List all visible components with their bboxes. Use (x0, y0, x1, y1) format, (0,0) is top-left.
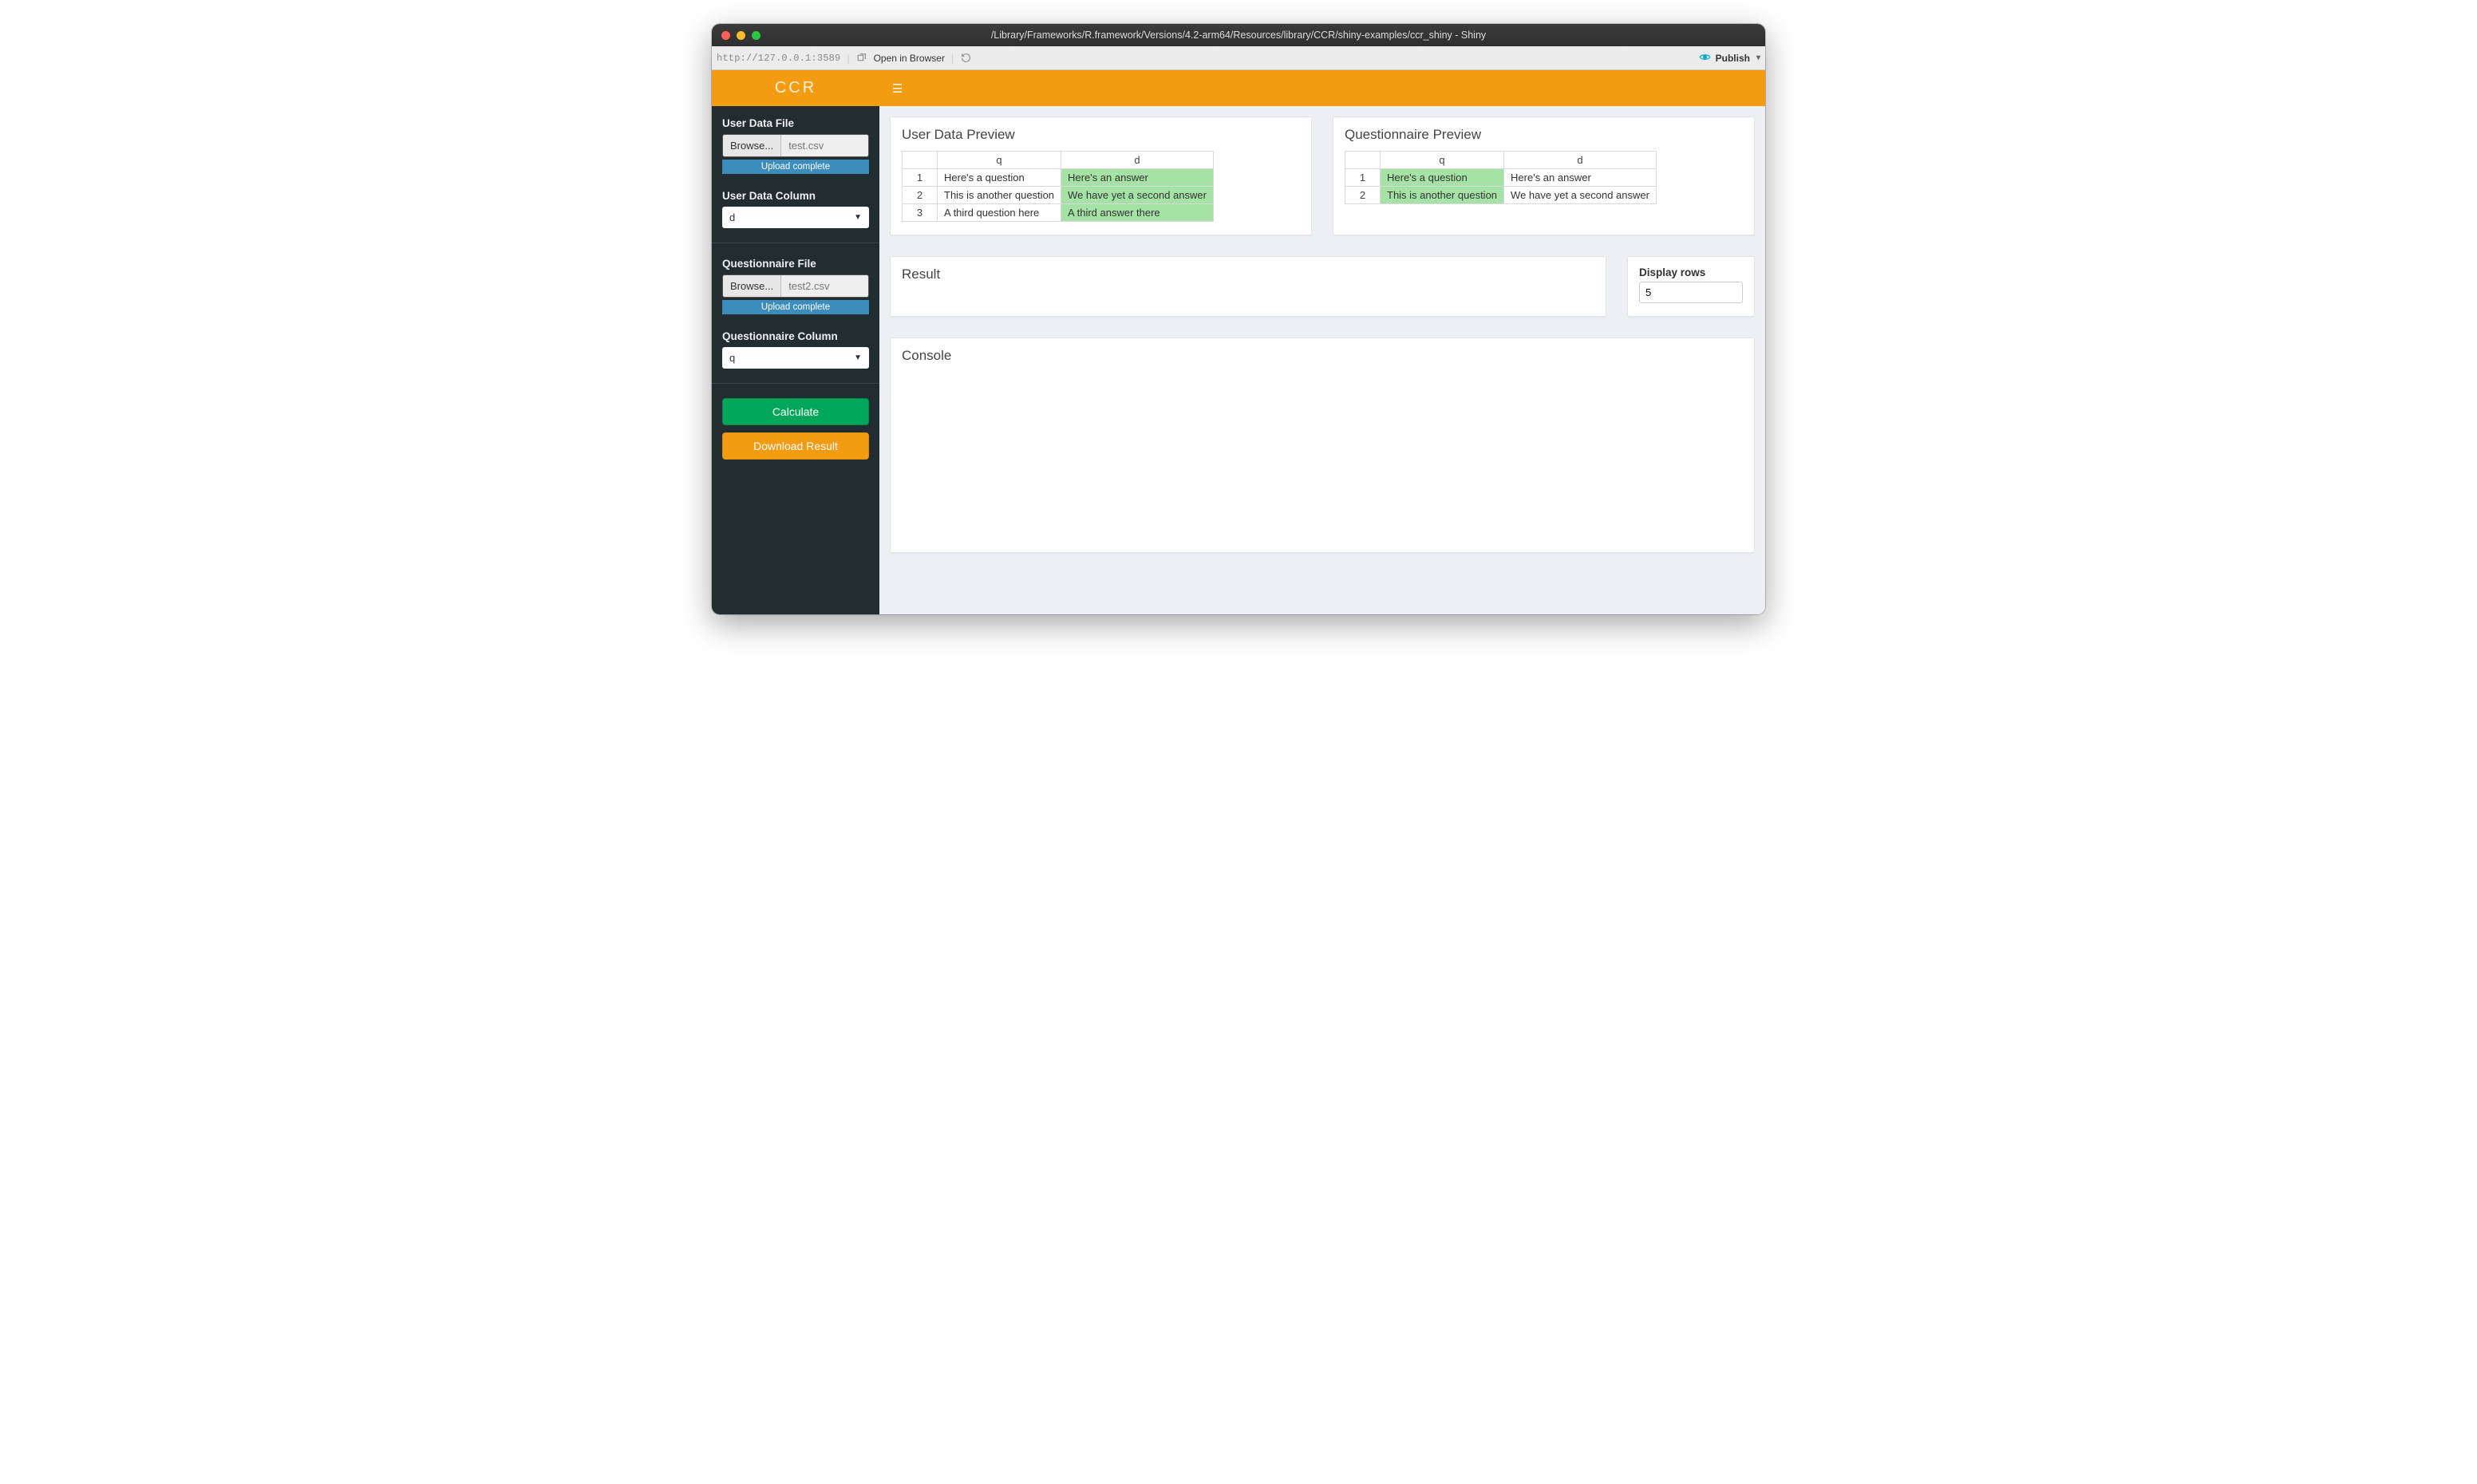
cell-q: This is another question (1381, 187, 1504, 204)
cell-q: Here's a question (938, 169, 1061, 187)
console-box: Console (890, 337, 1755, 553)
publish-label: Publish (1716, 53, 1750, 64)
open-in-browser-link[interactable]: Open in Browser (874, 53, 945, 64)
questionnaire-column-value: q (729, 352, 735, 364)
close-window-icon[interactable] (721, 31, 730, 40)
shiny-app: CCR ☰ User Data File Browse... test.csv … (712, 70, 1765, 614)
browse-button[interactable]: Browse... (723, 135, 781, 156)
row-number: 1 (1345, 169, 1381, 187)
popout-icon[interactable] (856, 53, 867, 64)
display-rows-box: Display rows (1627, 256, 1755, 317)
questionnaire-preview-box: Questionnaire Preview qd1Here's a questi… (1333, 116, 1755, 235)
questionnaire-column-select[interactable]: q ▼ (722, 347, 869, 369)
table-header (1345, 152, 1381, 169)
row-number: 3 (903, 204, 938, 222)
user-data-upload-progress: Upload complete (722, 160, 869, 174)
main-content: User Data Preview qd1Here's a questionHe… (879, 106, 1765, 614)
table-row: 3A third question hereA third answer the… (903, 204, 1214, 222)
row-number: 1 (903, 169, 938, 187)
user-data-preview-box: User Data Preview qd1Here's a questionHe… (890, 116, 1312, 235)
display-rows-input[interactable] (1639, 282, 1743, 303)
toolbar-separator: | (951, 53, 954, 64)
chevron-down-icon: ▾ (1756, 53, 1760, 62)
download-result-button[interactable]: Download Result (722, 432, 869, 460)
publish-button[interactable]: Publish ▾ (1699, 51, 1760, 65)
console-title: Console (902, 348, 1743, 364)
sidebar-toggle-icon[interactable]: ☰ (879, 81, 915, 96)
row-number: 2 (1345, 187, 1381, 204)
minimize-window-icon[interactable] (737, 31, 745, 40)
cell-d: Here's an answer (1061, 169, 1214, 187)
display-rows-label: Display rows (1639, 266, 1743, 278)
app-body: User Data File Browse... test.csv Upload… (712, 106, 1765, 614)
cell-q: Here's a question (1381, 169, 1504, 187)
browser-toolbar: http://127.0.0.1:3589 | Open in Browser … (712, 46, 1765, 70)
table-row: 1Here's a questionHere's an answer (903, 169, 1214, 187)
table-header: d (1061, 152, 1214, 169)
sidebar: User Data File Browse... test.csv Upload… (712, 106, 879, 614)
cell-q: A third question here (938, 204, 1061, 222)
user-data-table: qd1Here's a questionHere's an answer2Thi… (902, 151, 1214, 222)
table-header: q (938, 152, 1061, 169)
questionnaire-upload-progress: Upload complete (722, 300, 869, 314)
table-row: 2This is another questionWe have yet a s… (903, 187, 1214, 204)
window-controls (721, 31, 760, 40)
sidebar-divider (712, 383, 879, 384)
questionnaire-table: qd1Here's a questionHere's an answer2Thi… (1345, 151, 1657, 204)
questionnaire-file-label: Questionnaire File (722, 258, 869, 270)
app-header: CCR ☰ (712, 70, 1765, 106)
user-data-preview-title: User Data Preview (902, 127, 1300, 143)
result-title: Result (902, 266, 1594, 282)
table-header (903, 152, 938, 169)
window-title: /Library/Frameworks/R.framework/Versions… (712, 30, 1765, 41)
cell-d: We have yet a second answer (1504, 187, 1657, 204)
questionnaire-column-label: Questionnaire Column (722, 330, 869, 342)
browse-button[interactable]: Browse... (723, 275, 781, 297)
questionnaire-preview-title: Questionnaire Preview (1345, 127, 1743, 143)
calculate-button[interactable]: Calculate (722, 398, 869, 425)
zoom-window-icon[interactable] (752, 31, 760, 40)
result-box: Result (890, 256, 1606, 317)
cell-d: A third answer there (1061, 204, 1214, 222)
publish-icon (1699, 51, 1711, 65)
table-row: 2This is another questionWe have yet a s… (1345, 187, 1657, 204)
app-logo: CCR (712, 79, 879, 97)
preview-row: User Data Preview qd1Here's a questionHe… (890, 116, 1755, 235)
user-data-column-label: User Data Column (722, 190, 869, 202)
questionnaire-file-input[interactable]: Browse... test2.csv (722, 274, 869, 298)
reload-icon[interactable] (960, 53, 971, 64)
user-data-file-label: User Data File (722, 117, 869, 129)
user-data-column-select[interactable]: d ▼ (722, 207, 869, 228)
result-row: Result Display rows (890, 256, 1755, 317)
questionnaire-file-name: test2.csv (781, 275, 868, 297)
chevron-down-icon: ▼ (854, 353, 862, 362)
table-row: 1Here's a questionHere's an answer (1345, 169, 1657, 187)
window-titlebar: /Library/Frameworks/R.framework/Versions… (712, 24, 1765, 46)
user-data-file-input[interactable]: Browse... test.csv (722, 134, 869, 157)
row-number: 2 (903, 187, 938, 204)
table-header: d (1504, 152, 1657, 169)
cell-d: We have yet a second answer (1061, 187, 1214, 204)
cell-q: This is another question (938, 187, 1061, 204)
user-data-column-value: d (729, 211, 735, 223)
url-display: http://127.0.0.1:3589 (717, 53, 840, 64)
chevron-down-icon: ▼ (854, 213, 862, 222)
user-data-file-name: test.csv (781, 135, 868, 156)
table-header: q (1381, 152, 1504, 169)
cell-d: Here's an answer (1504, 169, 1657, 187)
toolbar-separator: | (847, 53, 849, 64)
app-window: /Library/Frameworks/R.framework/Versions… (712, 24, 1765, 614)
